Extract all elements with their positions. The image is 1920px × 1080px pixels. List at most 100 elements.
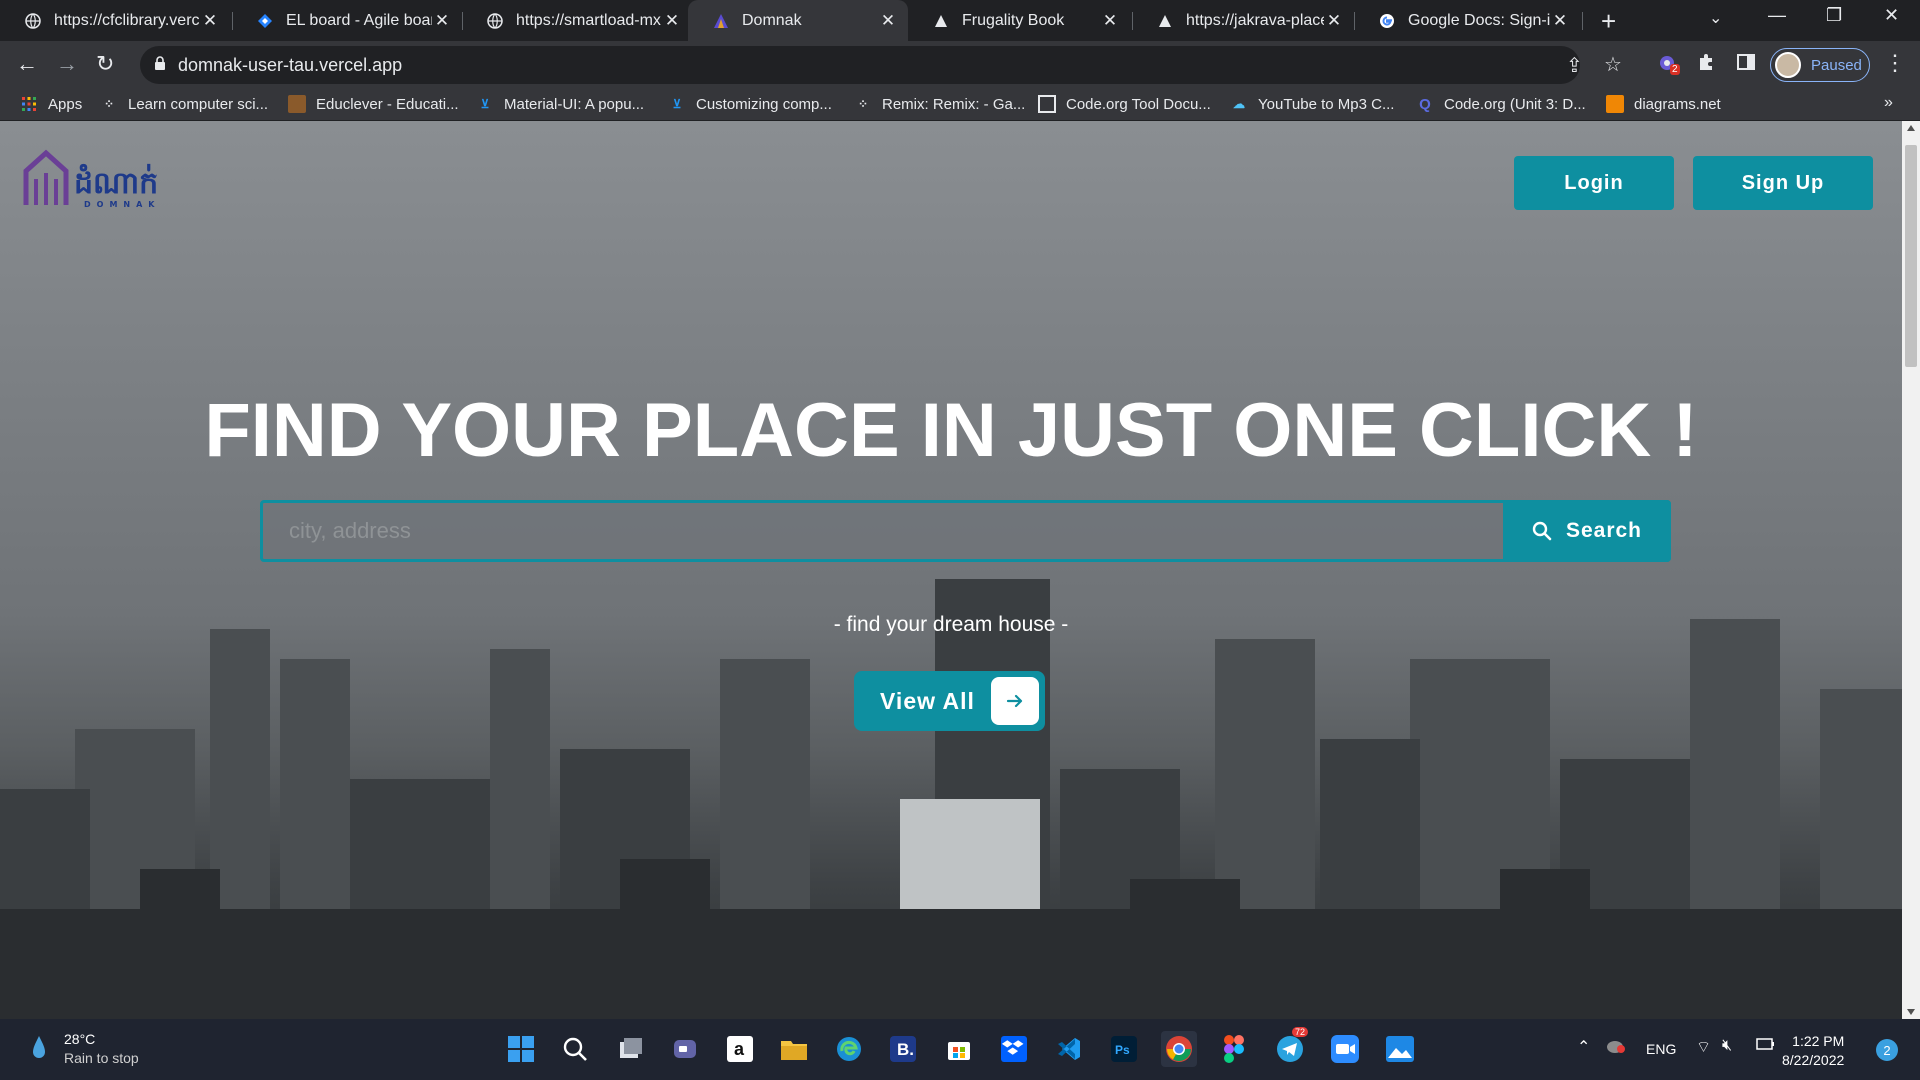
close-icon[interactable]: ✕ <box>662 11 682 31</box>
zoom-icon[interactable] <box>1327 1031 1363 1067</box>
system-clock[interactable]: 1:22 PM 8/22/2022 <box>1782 1032 1844 1070</box>
tab-search-chevron-icon[interactable]: ⌄ <box>1709 8 1722 28</box>
page-scrollbar[interactable] <box>1902 121 1920 1019</box>
bookmark-learn-cs[interactable]: ⁘ Learn computer sci... <box>100 95 268 113</box>
search-input[interactable] <box>263 503 1503 559</box>
bookmark-label: diagrams.net <box>1634 95 1721 113</box>
tab-jakrava[interactable]: https://jakrava-place. ✕ <box>1132 0 1354 41</box>
scrollbar-thumb[interactable] <box>1905 145 1917 367</box>
globe-icon <box>24 12 42 30</box>
brave-b-icon[interactable]: B. <box>885 1031 921 1067</box>
bookmark-label: Code.org (Unit 3: D... <box>1444 95 1586 113</box>
close-icon[interactable]: ✕ <box>1550 11 1570 31</box>
logo-khmer-text: ដំណាក់ <box>74 163 158 201</box>
side-panel-icon[interactable] <box>1736 52 1756 78</box>
bookmark-label: Material-UI: A popu... <box>504 95 645 113</box>
search-bar: Search <box>260 500 1671 562</box>
close-icon[interactable]: ✕ <box>878 11 898 31</box>
wifi-icon[interactable]: ⌔ <box>1696 1037 1711 1057</box>
search-taskbar-icon[interactable] <box>557 1031 593 1067</box>
language-indicator[interactable]: ENG <box>1646 1041 1676 1057</box>
login-button[interactable]: Login <box>1514 156 1674 210</box>
rain-icon <box>33 1035 45 1058</box>
speaker-muted-icon[interactable]: 🔇︎ <box>1722 1037 1732 1055</box>
windows-start-icon[interactable] <box>503 1031 539 1067</box>
file-explorer-icon[interactable] <box>776 1031 812 1067</box>
vscode-icon[interactable] <box>1051 1031 1087 1067</box>
edge-icon[interactable] <box>831 1031 867 1067</box>
notification-badge[interactable]: 2 <box>1876 1039 1898 1061</box>
forward-arrow-icon[interactable]: → <box>56 51 78 77</box>
bookmark-youtube-mp3[interactable]: ☁ YouTube to Mp3 C... <box>1230 95 1394 113</box>
bookmark-label: YouTube to Mp3 C... <box>1258 95 1395 113</box>
tray-app-icon[interactable] <box>1606 1038 1626 1057</box>
weather-widget[interactable]: 28°C Rain to stop <box>30 1031 139 1066</box>
profile-button[interactable]: Paused <box>1770 48 1870 82</box>
bookmarks-bar: Apps ⁘ Learn computer sci... Educlever -… <box>0 89 1920 121</box>
domnak-logo[interactable]: ដំណាក់ DOMNAK <box>22 149 174 209</box>
signup-button[interactable]: Sign Up <box>1693 156 1873 210</box>
close-window-icon[interactable]: ✕ <box>1884 5 1899 26</box>
view-all-button[interactable]: View All <box>854 671 1045 731</box>
bookmark-diagrams[interactable]: diagrams.net <box>1606 95 1721 113</box>
photoshop-icon[interactable]: Ps <box>1106 1031 1142 1067</box>
photos-icon[interactable] <box>1382 1031 1418 1067</box>
tab-frugality-book[interactable]: Frugality Book ✕ <box>908 0 1130 41</box>
tab-domnak[interactable]: Domnak ✕ <box>688 0 908 41</box>
profile-status: Paused <box>1811 56 1862 74</box>
tab-el-board[interactable]: EL board - Agile boar ✕ <box>232 0 462 41</box>
teams-chat-icon[interactable] <box>667 1031 703 1067</box>
amazon-icon[interactable]: a <box>722 1031 758 1067</box>
chrome-icon[interactable] <box>1161 1031 1197 1067</box>
microsoft-store-icon[interactable] <box>941 1031 977 1067</box>
bookmark-customizing[interactable]: ⊻ Customizing comp... <box>668 95 832 113</box>
weather-condition: Rain to stop <box>64 1050 139 1066</box>
task-view-icon[interactable] <box>613 1031 649 1067</box>
puzzle-extensions-icon[interactable] <box>1696 52 1716 78</box>
bookmark-educlever[interactable]: Educlever - Educati... <box>288 95 459 113</box>
minimize-icon[interactable]: — <box>1768 5 1786 26</box>
codeorg-doc-icon <box>1038 95 1056 113</box>
tab-cfclibrary[interactable]: https://cfclibrary.verce ✕ <box>0 0 230 41</box>
tray-chevron-icon[interactable]: ⌃ <box>1577 1037 1590 1057</box>
bookmark-star-icon[interactable]: ☆ <box>1604 52 1622 77</box>
extension-icon[interactable]: 2 <box>1656 52 1680 80</box>
weather-temp: 28°C <box>64 1031 96 1047</box>
lock-icon <box>155 56 165 70</box>
download-icon: ☁ <box>1233 97 1245 111</box>
bookmark-remix[interactable]: ⁘ Remix: Remix: - Ga... <box>854 95 1025 113</box>
telegram-icon[interactable]: 72 <box>1272 1027 1309 1067</box>
tab-google-docs[interactable]: Google Docs: Sign-in ✕ <box>1354 0 1580 41</box>
battery-icon[interactable] <box>1756 1037 1776 1054</box>
reload-icon[interactable]: ↻ <box>96 51 114 77</box>
close-icon[interactable]: ✕ <box>200 11 220 31</box>
search-button[interactable]: Search <box>1503 500 1671 562</box>
close-icon[interactable]: ✕ <box>1324 11 1344 31</box>
logo-subtext: DOMNAK <box>84 200 161 209</box>
tab-smartload[interactable]: https://smartload-mx ✕ <box>462 0 692 41</box>
back-arrow-icon[interactable]: ← <box>16 51 38 77</box>
restore-icon[interactable]: ❐ <box>1826 5 1842 26</box>
close-icon[interactable]: ✕ <box>432 11 452 31</box>
new-tab-plus-icon[interactable]: + <box>1601 6 1616 37</box>
scroll-up-arrow-icon[interactable] <box>1907 125 1915 131</box>
address-bar[interactable]: domnak-user-tau.vercel.app ⇪ <box>140 46 1583 84</box>
jira-icon <box>256 12 274 30</box>
menu-kebab-icon[interactable]: ⋮ <box>1884 50 1906 76</box>
dropbox-icon[interactable] <box>996 1031 1032 1067</box>
close-icon[interactable]: ✕ <box>1100 11 1120 31</box>
mui-icon: ⊻ <box>480 97 490 111</box>
bookmark-codeorg-docs[interactable]: Code.org Tool Docu... <box>1038 95 1211 113</box>
bookmark-material-ui[interactable]: ⊻ Material-UI: A popu... <box>476 95 644 113</box>
figma-icon[interactable] <box>1216 1031 1252 1067</box>
bookmark-label: Customizing comp... <box>696 95 832 113</box>
more-bookmarks-icon[interactable]: » <box>1884 94 1893 112</box>
share-icon[interactable]: ⇪ <box>1566 53 1583 78</box>
bookmark-apps[interactable]: Apps <box>20 95 82 113</box>
arrow-right-icon <box>991 677 1039 725</box>
bookmark-codeorg-unit3[interactable]: Q Code.org (Unit 3: D... <box>1416 95 1586 113</box>
scroll-down-arrow-icon[interactable] <box>1907 1009 1915 1015</box>
apps-grid-icon <box>20 95 38 113</box>
triangle-icon <box>1156 12 1174 30</box>
codeorg-icon: ⁘ <box>857 97 869 111</box>
